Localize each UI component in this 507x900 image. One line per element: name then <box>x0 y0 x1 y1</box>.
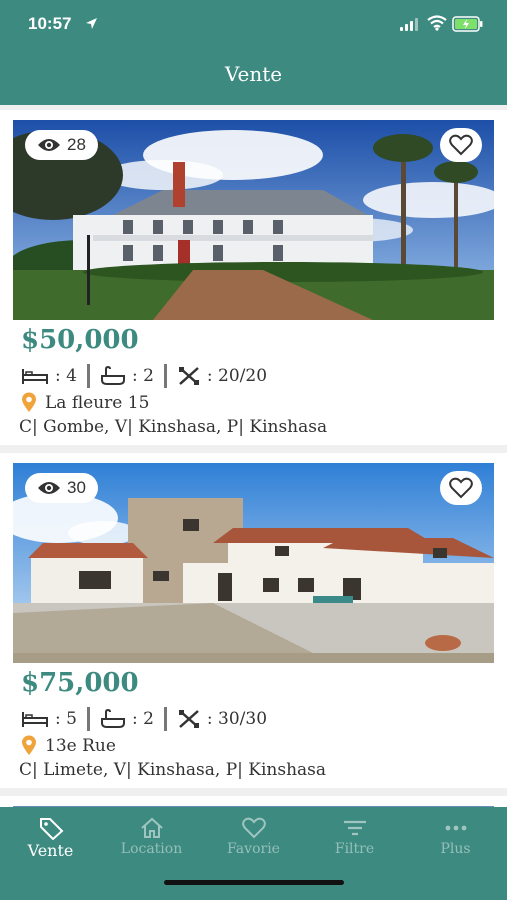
heart-outline-icon <box>449 477 473 499</box>
home-icon <box>140 817 163 838</box>
map-pin-icon <box>22 392 36 412</box>
view-count-badge: 28 <box>25 130 98 160</box>
filter-icon <box>343 820 366 836</box>
listing-price: $75,000 <box>21 668 139 698</box>
tab-label: Location <box>120 841 183 857</box>
bathrooms-spec: : 2 <box>100 709 154 729</box>
listing-specs: : 5 : 2 : 30/30 <box>21 706 267 732</box>
street-text: La fleure 15 <box>45 392 150 413</box>
bed-icon <box>22 712 48 727</box>
tab-plus[interactable]: Plus <box>405 815 506 865</box>
listing-area: C| Gombe, V| Kinshasa, P| Kinshasa <box>19 417 328 437</box>
tag-icon <box>39 818 63 840</box>
bedrooms-value: : 4 <box>55 366 77 386</box>
home-indicator[interactable] <box>164 880 344 885</box>
listing-specs: : 4 : 2 : 20/20 <box>21 363 267 389</box>
size-spec: : 30/30 <box>177 708 267 730</box>
spec-divider <box>163 707 167 731</box>
spec-divider <box>86 364 90 388</box>
view-count: 28 <box>67 135 86 154</box>
heart-outline-icon <box>449 134 473 156</box>
more-icon <box>445 825 466 831</box>
bedrooms-value: : 5 <box>55 709 77 729</box>
page-title: Vente <box>224 62 283 86</box>
tab-label: Plus <box>440 841 471 857</box>
tab-favorie[interactable]: Favorie <box>203 815 304 865</box>
tab-location[interactable]: Location <box>101 815 202 865</box>
heart-icon <box>241 817 266 839</box>
bathtub-icon <box>100 366 125 385</box>
app-header: 10:57 Vente <box>0 0 507 105</box>
cellular-signal-icon <box>400 18 418 31</box>
eye-icon <box>38 139 60 151</box>
tab-label: Favorie <box>227 841 280 857</box>
tab-label: Filtre <box>334 841 375 857</box>
tab-label: Vente <box>27 841 74 860</box>
status-bar: 10:57 <box>0 0 507 50</box>
listing-card[interactable]: 30 $75,000 : 5: 2: 30/30 13e Rue C| Li… <box>0 453 507 788</box>
location-arrow-icon <box>86 18 97 29</box>
listing-photo[interactable]: 30 <box>13 463 494 663</box>
favorite-button[interactable] <box>440 128 482 162</box>
spec-divider <box>86 707 90 731</box>
ruler-pencil-icon <box>178 367 199 385</box>
bedrooms-spec: : 5 <box>21 709 77 729</box>
street-text: 13e Rue <box>45 735 116 756</box>
bathtub-icon <box>100 709 125 728</box>
map-pin-icon <box>22 735 36 755</box>
bathrooms-value: : 2 <box>131 366 154 386</box>
view-count-badge: 30 <box>25 473 98 503</box>
listing-card[interactable] <box>0 796 507 807</box>
size-spec: : 20/20 <box>177 365 267 387</box>
bathrooms-value: : 2 <box>131 709 154 729</box>
bedrooms-spec: : 4 <box>21 366 77 386</box>
spec-divider <box>163 364 167 388</box>
size-value: : 30/30 <box>206 709 268 729</box>
favorite-button[interactable] <box>440 471 482 505</box>
status-time: 10:57 <box>28 14 72 33</box>
eye-icon <box>38 482 60 494</box>
listing-street: 13e Rue <box>21 735 116 756</box>
listing-list[interactable]: 28 $50,000 : 4: 2: 20/20 La fleure 15 … <box>0 105 507 807</box>
listing-price: $50,000 <box>21 325 139 355</box>
tab-vente[interactable]: Vente <box>0 815 101 865</box>
listing-area: C| Limete, V| Kinshasa, P| Kinshasa <box>19 760 327 780</box>
tab-filtre[interactable]: Filtre <box>304 815 405 865</box>
battery-charging-icon <box>452 16 483 32</box>
bed-icon <box>22 369 48 384</box>
view-count: 30 <box>67 478 86 497</box>
listing-street: La fleure 15 <box>21 392 149 413</box>
wifi-icon <box>427 15 447 31</box>
ruler-pencil-icon <box>178 710 199 728</box>
size-value: : 20/20 <box>206 366 268 386</box>
bathrooms-spec: : 2 <box>100 366 154 386</box>
bottom-tab-bar: Vente Location Favorie Filtre Plus <box>0 807 507 900</box>
listing-photo[interactable]: 28 <box>13 120 494 320</box>
listing-card[interactable]: 28 $50,000 : 4: 2: 20/20 La fleure 15 … <box>0 110 507 445</box>
